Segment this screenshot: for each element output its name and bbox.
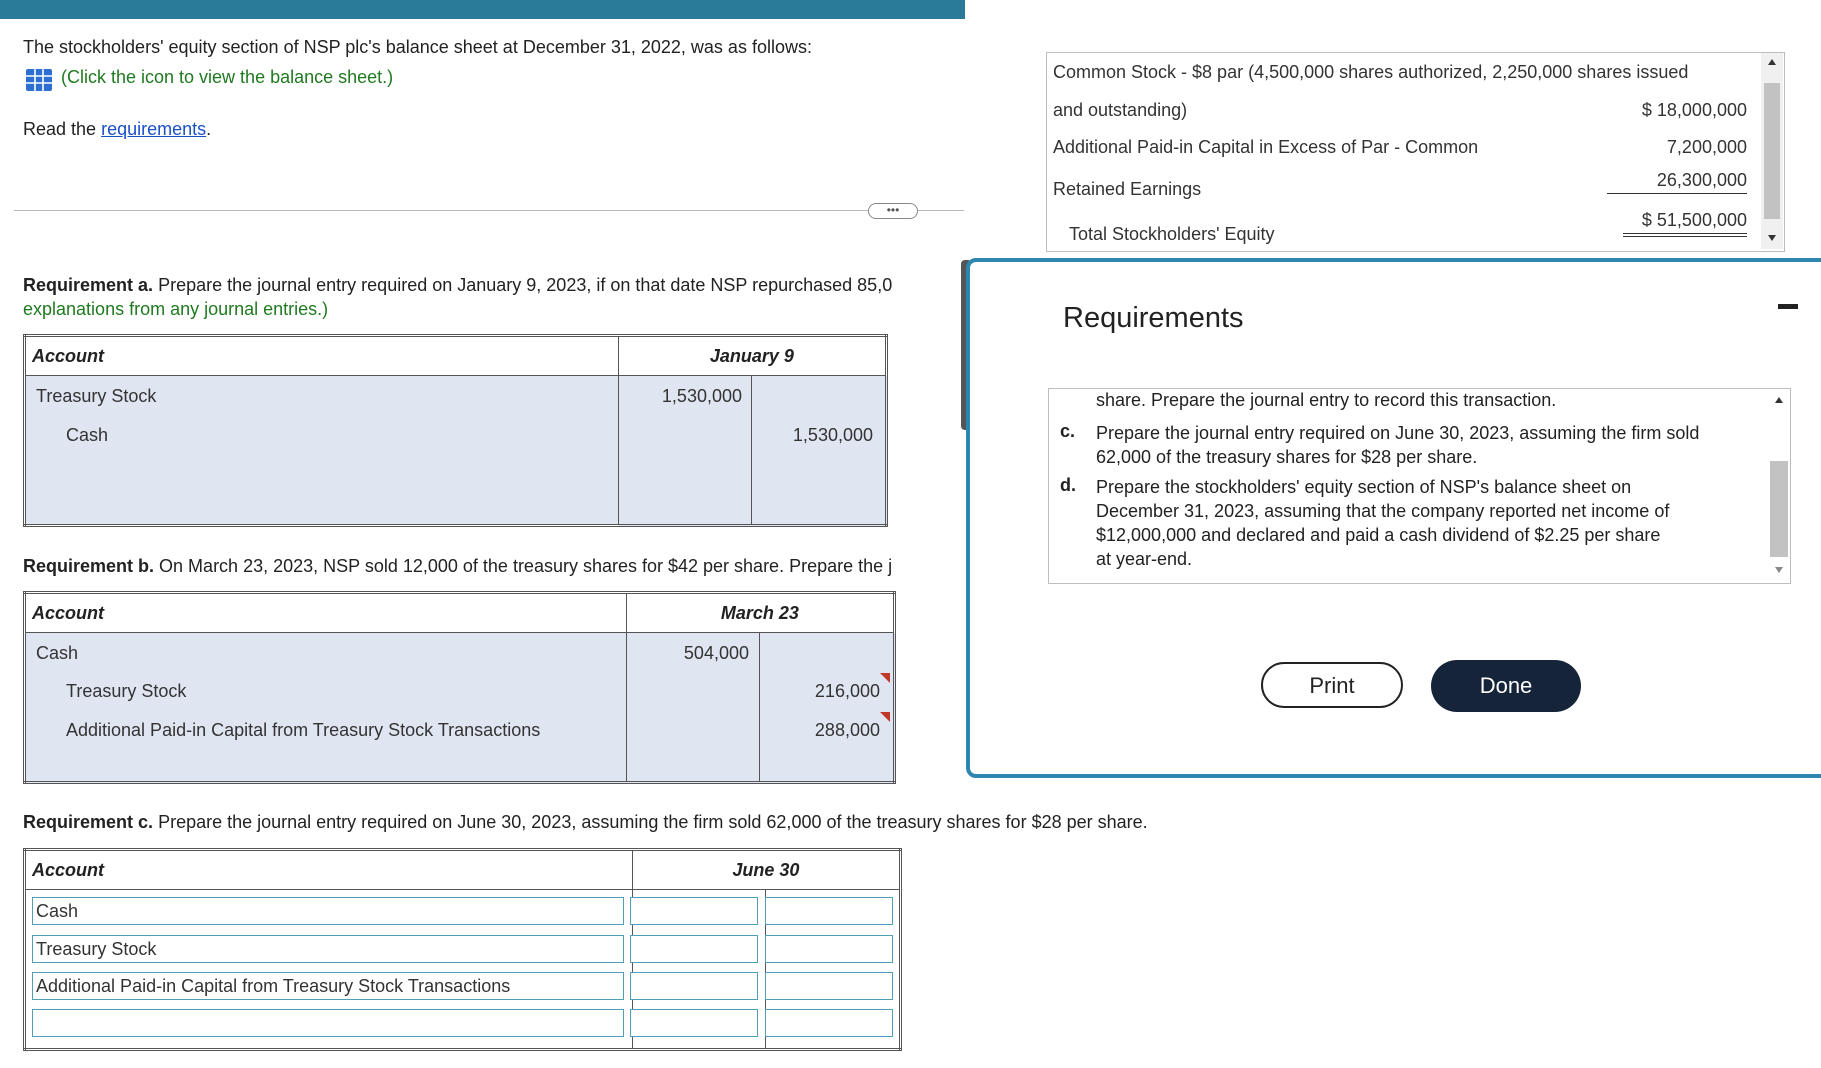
- credit-input[interactable]: [765, 972, 893, 1000]
- req-a-text: Prepare the journal entry required on Ja…: [158, 275, 893, 295]
- error-flag-icon: [880, 712, 890, 722]
- req-scrollbar[interactable]: [1768, 389, 1790, 581]
- print-button[interactable]: Print: [1261, 662, 1403, 708]
- req-c-label: Requirement c.: [23, 812, 154, 832]
- table-b-row1-debit: 504,000: [683, 643, 749, 663]
- credit-input[interactable]: [765, 897, 893, 925]
- req-a-label: Requirement a.: [23, 275, 154, 295]
- bs-scrollbar[interactable]: [1761, 53, 1783, 249]
- table-b-row3-credit: 288,000: [814, 720, 880, 740]
- bs-apic: Additional Paid-in Capital in Excess of …: [1053, 137, 1479, 157]
- bs-retained: Retained Earnings: [1053, 179, 1202, 199]
- table-a-row1-account: Treasury Stock: [36, 386, 157, 406]
- col-date: January 9: [617, 335, 888, 376]
- journal-table-a: Account January 9: [23, 334, 888, 527]
- scroll-thumb[interactable]: [1764, 83, 1780, 219]
- credit-input[interactable]: [765, 935, 893, 963]
- bs-total: Total Stockholders' Equity: [1069, 224, 1275, 244]
- scroll-down-icon[interactable]: [1775, 567, 1783, 573]
- req-c-text: Prepare the journal entry required on Ju…: [158, 812, 1148, 832]
- click-icon-hint: (Click the icon to view the balance shee…: [61, 67, 394, 87]
- top-header-bar: [0, 0, 965, 19]
- modal-title: Requirements: [1063, 302, 1244, 334]
- scroll-thumb[interactable]: [1770, 461, 1788, 557]
- requirements-link[interactable]: requirements: [101, 119, 206, 139]
- req-d-line3: $12,000,000 and declared and paid a cash…: [1096, 525, 1661, 545]
- bs-common-value: $ 18,000,000: [1641, 100, 1747, 120]
- req-d-line4: at year-end.: [1096, 549, 1193, 569]
- section-divider: [14, 210, 964, 211]
- scroll-up-icon[interactable]: [1775, 397, 1783, 403]
- table-b-row1-account: Cash: [36, 643, 79, 663]
- scroll-down-icon[interactable]: [1768, 235, 1776, 241]
- col-date: March 23: [625, 592, 896, 633]
- req-b-label: Requirement b.: [23, 556, 155, 576]
- req-c-body: Prepare the journal entry required on Ju…: [1096, 421, 1699, 469]
- col-account: Account: [24, 849, 633, 890]
- table-grid-icon[interactable]: [25, 68, 53, 92]
- req-c-line2: 62,000 of the treasury shares for $28 pe…: [1096, 447, 1478, 467]
- error-flag-icon: [880, 673, 890, 683]
- credit-cell: [751, 375, 887, 526]
- table-a-row2-account: Cash: [66, 425, 109, 445]
- req-d-line2: December 31, 2023, assuming that the com…: [1096, 501, 1670, 521]
- requirements-list: share. Prepare the journal entry to reco…: [1048, 388, 1791, 584]
- table-b-row2-credit: 216,000: [814, 681, 880, 701]
- read-prefix: Read the: [23, 119, 97, 139]
- scroll-up-icon[interactable]: [1768, 59, 1776, 65]
- debit-input[interactable]: [630, 1009, 758, 1037]
- req-c-letter: c.: [1060, 421, 1076, 441]
- req-a-note: explanations from any journal entries.): [23, 299, 329, 319]
- minimize-icon[interactable]: [1778, 304, 1798, 309]
- req-d-letter: d.: [1060, 475, 1076, 495]
- bs-retained-value: 26,300,000: [1607, 170, 1747, 194]
- req-b-heading: Requirement b. On March 23, 2023, NSP so…: [23, 556, 963, 577]
- bs-common-stock: Common Stock - $8 par (4,500,000 shares …: [1053, 62, 1689, 82]
- intro-text: The stockholders' equity section of NSP …: [23, 37, 812, 57]
- col-account: Account: [24, 592, 627, 633]
- read-suffix: .: [206, 119, 212, 139]
- account-input[interactable]: [32, 1009, 624, 1037]
- balance-sheet-popup: Common Stock - $8 par (4,500,000 shares …: [1046, 52, 1785, 252]
- account-input[interactable]: Cash: [32, 897, 624, 925]
- bs-total-value: $ 51,500,000: [1623, 210, 1747, 237]
- read-requirements: Read the requirements.: [23, 119, 211, 140]
- more-options-button[interactable]: •••: [868, 203, 918, 219]
- req-b-tail: share. Prepare the journal entry to reco…: [1096, 390, 1557, 410]
- table-a-row2-credit: 1,530,000: [792, 425, 873, 445]
- credit-input[interactable]: [765, 1009, 893, 1037]
- req-c-line1: Prepare the journal entry required on Ju…: [1096, 423, 1700, 443]
- bs-apic-value: 7,200,000: [1666, 137, 1747, 157]
- debit-input[interactable]: [630, 897, 758, 925]
- table-b-row2-account: Treasury Stock: [66, 681, 187, 701]
- req-a-heading: Requirement a. Prepare the journal entry…: [23, 275, 963, 296]
- credit-cell: [759, 632, 895, 783]
- table-a-row1-debit: 1,530,000: [661, 386, 742, 406]
- account-input[interactable]: Additional Paid-in Capital from Treasury…: [32, 972, 624, 1000]
- table-b-row3-account: Additional Paid-in Capital from Treasury…: [66, 720, 541, 740]
- debit-input[interactable]: [630, 972, 758, 1000]
- req-d-line1: Prepare the stockholders' equity section…: [1096, 477, 1632, 497]
- col-account: Account: [24, 335, 619, 376]
- account-input[interactable]: Treasury Stock: [32, 935, 624, 963]
- req-c-heading: Requirement c. Prepare the journal entry…: [23, 812, 1148, 833]
- col-date: June 30: [631, 849, 902, 890]
- bs-outstanding: and outstanding): [1053, 100, 1188, 120]
- req-d-body: Prepare the stockholders' equity section…: [1096, 475, 1669, 571]
- done-button[interactable]: Done: [1431, 660, 1581, 712]
- account-cell: [24, 632, 627, 783]
- req-b-text: On March 23, 2023, NSP sold 12,000 of th…: [159, 556, 893, 576]
- debit-input[interactable]: [630, 935, 758, 963]
